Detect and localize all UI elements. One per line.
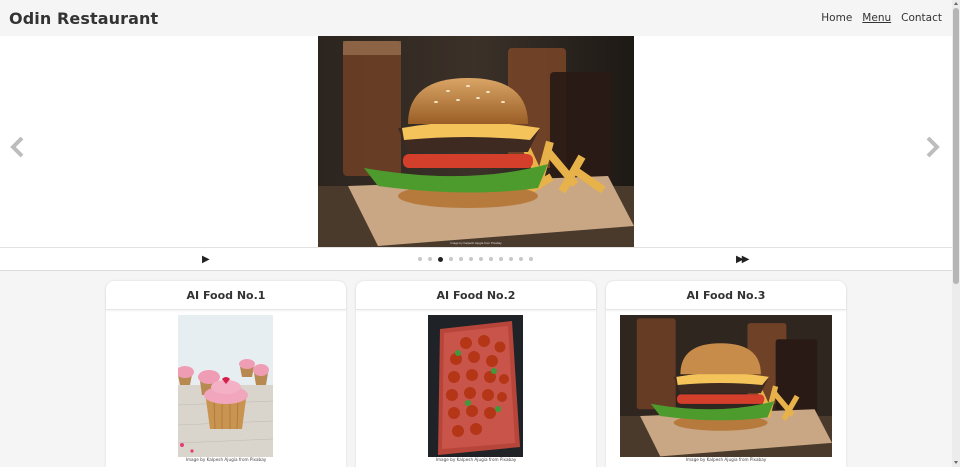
food-card-credit: Image by Kalpesh Ajugia from Pixabay: [685, 457, 767, 462]
food-card: AI Food No.1 Image by Kalpesh Ajugia fro…: [106, 281, 346, 467]
food-card-image: [178, 315, 273, 457]
slide-dot[interactable]: [428, 257, 432, 261]
food-card-credit: Image by Kalpesh Ajugia from Pixabay: [185, 457, 267, 462]
food-card-title: AI Food No.1: [106, 281, 346, 310]
slide-indicator-dots: [418, 256, 533, 262]
food-card: AI Food No.2 Image by Kalpesh Ajugia fro…: [356, 281, 596, 467]
main-nav: Home Menu Contact: [821, 12, 942, 24]
slide-dot[interactable]: [519, 257, 523, 261]
food-card-image: [428, 315, 523, 457]
brand-title: Odin Restaurant: [9, 8, 159, 28]
slide-dot[interactable]: [459, 257, 463, 261]
slide-dot[interactable]: [479, 257, 483, 261]
food-card-credit: Image by Kalpesh Ajugia from Pixabay: [435, 457, 517, 462]
slide-dot[interactable]: [529, 257, 533, 261]
food-card-title: AI Food No.2: [356, 281, 596, 310]
food-card: AI Food No.3 Image by Kalpesh Ajugia fro…: [606, 281, 846, 467]
page-scrollbar[interactable]: [952, 0, 960, 467]
scroll-down-arrow-icon[interactable]: [954, 461, 958, 464]
nav-link-menu[interactable]: Menu: [862, 12, 891, 24]
next-slide-button[interactable]: ▶▶: [736, 254, 749, 266]
chevron-left-icon[interactable]: [10, 136, 24, 158]
image-carousel: Image by Kalpesh Ajugia from Pixabay: [0, 36, 952, 247]
scrollbar-thumb[interactable]: [953, 8, 959, 284]
slide-dot[interactable]: [438, 256, 443, 262]
carousel-controls: ▶ ▶▶: [0, 247, 952, 271]
scroll-up-arrow-icon[interactable]: [954, 2, 958, 5]
slide-dot[interactable]: [499, 257, 503, 261]
food-card-title: AI Food No.3: [606, 281, 846, 310]
slide-dot[interactable]: [469, 257, 473, 261]
site-header: Odin Restaurant Home Menu Contact: [0, 0, 952, 36]
slide-dot[interactable]: [449, 257, 453, 261]
slide-dot[interactable]: [418, 257, 422, 261]
chevron-right-icon[interactable]: [926, 136, 940, 158]
carousel-slide-image: Image by Kalpesh Ajugia from Pixabay: [318, 36, 634, 247]
slide-dot[interactable]: [489, 257, 493, 261]
slide-dot[interactable]: [509, 257, 513, 261]
nav-link-home[interactable]: Home: [821, 12, 852, 24]
play-button[interactable]: ▶: [202, 254, 210, 266]
nav-link-contact[interactable]: Contact: [901, 12, 942, 24]
hero-image-credit: Image by Kalpesh Ajugia from Pixabay: [450, 241, 502, 245]
food-card-image: [620, 315, 832, 457]
